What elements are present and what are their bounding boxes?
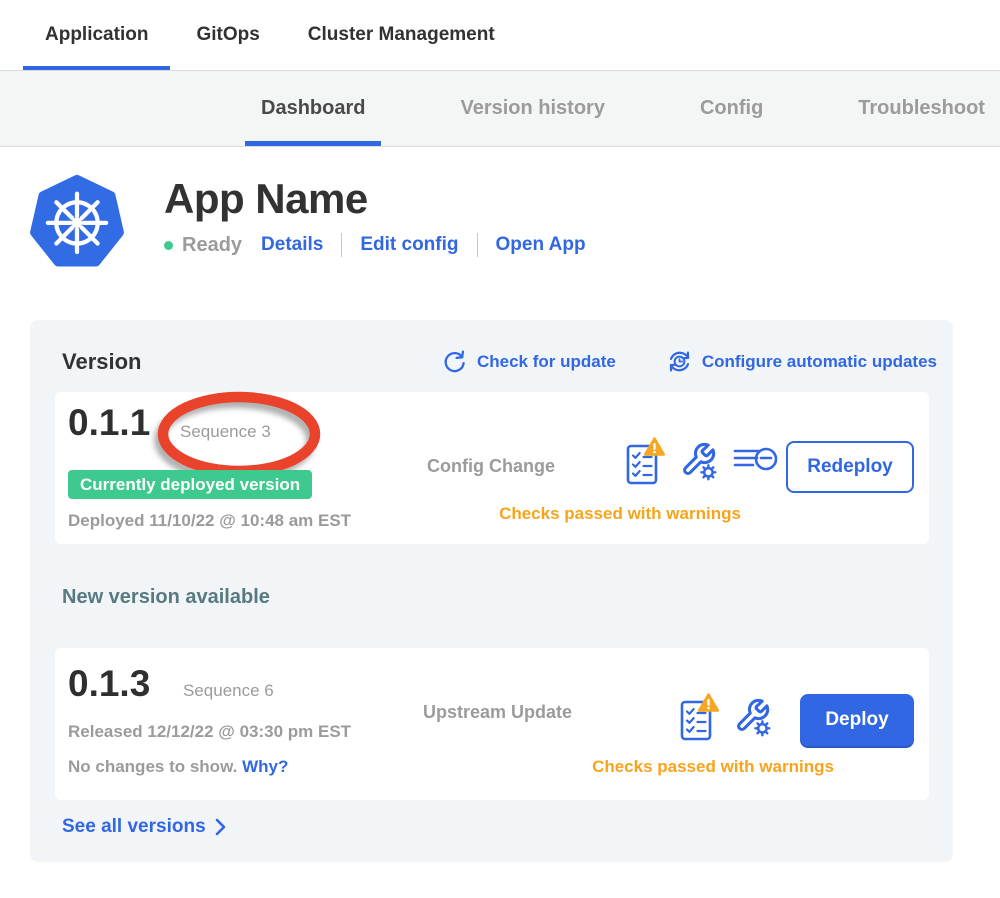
version-source-label: Config Change <box>427 456 555 477</box>
available-version-number: 0.1.3 <box>68 664 150 705</box>
chevron-right-icon <box>214 817 227 837</box>
refresh-icon <box>442 349 468 375</box>
configure-automatic-updates-label: Configure automatic updates <box>702 352 937 372</box>
see-all-versions-link[interactable]: See all versions <box>62 816 227 838</box>
top-tab-application[interactable]: Application <box>23 0 170 70</box>
config-wrench-gear-icon[interactable] <box>732 696 774 738</box>
version-panel: Version Check for update <box>30 320 953 862</box>
check-for-update-link[interactable]: Check for update <box>442 348 616 375</box>
sub-tab-label: Dashboard <box>261 97 365 120</box>
open-app-link[interactable]: Open App <box>496 234 586 256</box>
page-title: App Name <box>164 177 586 221</box>
version-check-icons <box>679 688 774 746</box>
app-status-row: Ready Details Edit config Open App <box>164 233 586 257</box>
deployed-version-card: 0.1.1 Sequence 3 Currently deployed vers… <box>55 392 929 544</box>
why-link[interactable]: Why? <box>242 757 288 776</box>
auto-update-clock-icon <box>666 348 693 375</box>
released-timestamp: Released 12/12/22 @ 03:30 pm EST <box>68 722 351 742</box>
version-panel-header: Version Check for update <box>62 348 937 375</box>
no-changes-text: No changes to show. <box>68 757 237 776</box>
preflight-checklist-warning-icon[interactable] <box>625 436 665 486</box>
sub-tab-dashboard[interactable]: Dashboard <box>245 71 381 146</box>
divider <box>477 233 478 257</box>
version-panel-title: Version <box>62 349 141 375</box>
sub-tab-config[interactable]: Config <box>684 71 779 146</box>
sub-tab-label: Version history <box>460 97 605 120</box>
currently-deployed-badge: Currently deployed version <box>68 470 312 499</box>
sub-tab-label: Troubleshoot <box>858 97 985 120</box>
see-all-versions-label: See all versions <box>62 816 206 838</box>
deploy-button[interactable]: Deploy <box>800 694 914 746</box>
app-header: App Name Ready Details Edit config Open … <box>0 147 1000 269</box>
kubernetes-logo-icon <box>30 173 124 269</box>
deployed-timestamp: Deployed 11/10/22 @ 10:48 am EST <box>68 511 351 531</box>
deployed-version-sequence: Sequence 3 <box>180 422 271 442</box>
new-version-heading: New version available <box>62 586 270 609</box>
sub-tab-troubleshoot[interactable]: Troubleshoot <box>842 71 1000 146</box>
checks-status-text: Checks passed with warnings <box>528 757 898 777</box>
sub-tab-label: Config <box>700 97 763 120</box>
top-tab-cluster-management[interactable]: Cluster Management <box>286 0 517 70</box>
diff-lines-magnifier-icon[interactable] <box>733 443 779 479</box>
status-dot-icon <box>164 241 173 250</box>
no-changes-note: No changes to show. Why? <box>68 757 288 777</box>
redeploy-button[interactable]: Redeploy <box>786 441 914 493</box>
available-version-sequence: Sequence 6 <box>183 681 274 701</box>
deployed-version-number: 0.1.1 <box>68 403 150 444</box>
version-check-icons <box>625 432 779 490</box>
top-tab-label: Application <box>45 24 148 46</box>
status-badge: Ready <box>182 234 242 257</box>
available-version-card: 0.1.3 Sequence 6 Released 12/12/22 @ 03:… <box>55 648 929 800</box>
top-nav: Application GitOps Cluster Management <box>0 0 1000 71</box>
top-tab-gitops[interactable]: GitOps <box>174 0 281 70</box>
details-link[interactable]: Details <box>261 234 323 256</box>
top-tab-label: GitOps <box>196 24 259 46</box>
checks-status-text: Checks passed with warnings <box>435 504 805 524</box>
config-wrench-gear-icon[interactable] <box>678 440 720 482</box>
version-panel-actions: Check for update Configure automatic upd… <box>442 348 937 375</box>
sub-tab-version-history[interactable]: Version history <box>444 71 621 146</box>
divider <box>341 233 342 257</box>
top-tab-label: Cluster Management <box>308 24 495 46</box>
version-source-label: Upstream Update <box>423 702 572 723</box>
check-for-update-label: Check for update <box>477 352 616 372</box>
preflight-checklist-warning-icon[interactable] <box>679 692 719 742</box>
edit-config-link[interactable]: Edit config <box>360 234 458 256</box>
configure-automatic-updates-link[interactable]: Configure automatic updates <box>666 348 937 375</box>
app-sub-nav: Dashboard Version history Config Trouble… <box>0 71 1000 147</box>
admin-console-page: Application GitOps Cluster Management Da… <box>0 0 1000 898</box>
